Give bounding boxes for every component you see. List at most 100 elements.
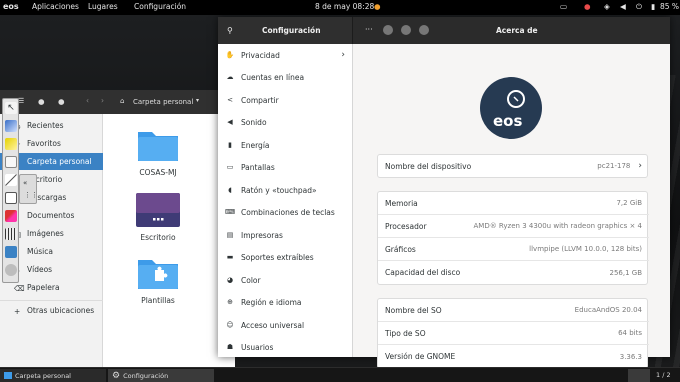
device-card: Nombre del dispositivo pc21-178 › [377, 154, 648, 178]
file-item-plantillas[interactable]: Plantillas [103, 256, 213, 305]
nav-item-compartir[interactable]: < Compartir [218, 89, 353, 111]
close-icon[interactable]: ● [38, 97, 45, 106]
device-name-row[interactable]: Nombre del dispositivo pc21-178 › [378, 155, 649, 177]
more-icon[interactable]: ··· [365, 25, 373, 34]
nav-item-energia[interactable]: ▮ Energía [218, 134, 353, 156]
battery-percent: 85 % [660, 2, 680, 11]
about-panel: eos Nombre del dispositivo pc21-178 › Mem… [353, 44, 670, 369]
accessibility-icon: ☺ [226, 321, 234, 329]
path-bar[interactable]: Carpeta personal [133, 98, 193, 106]
nav-item-pantallas[interactable]: ▭ Pantallas [218, 156, 353, 178]
line-tool-icon[interactable] [5, 174, 17, 186]
nav-item-cuentas-en-linea[interactable]: ☁ Cuentas en línea [218, 66, 353, 88]
speaker-icon: ◀ [227, 118, 233, 126]
sidebar-item-label: Recientes [27, 121, 64, 130]
menu-configuracion[interactable]: Configuración [134, 2, 186, 11]
app-indicator-icon[interactable]: ● [584, 2, 591, 11]
marker-tool-icon[interactable] [5, 210, 17, 222]
file-item-escritorio[interactable]: Escritorio [103, 192, 213, 242]
disk-value: 256,1 GB [609, 268, 643, 277]
screenshot-tool-icon[interactable] [5, 246, 17, 258]
file-item-cosas-mj[interactable]: COSAS-MJ [103, 128, 213, 177]
nav-item-usuarios[interactable]: ☗ Usuarios [218, 336, 353, 358]
pointer-tool-icon[interactable]: ↖ [5, 102, 17, 114]
files-window: ☰ ● ● ‹ › ⌂ Carpeta personal ▾ ◷Reciente… [0, 90, 235, 367]
printer-icon: ▤ [226, 231, 234, 239]
file-label: COSAS-MJ [139, 168, 177, 177]
folder-icon [138, 132, 178, 161]
plus-icon: + [14, 307, 21, 316]
window-list-icon[interactable]: ▭ [560, 2, 567, 11]
close-icon[interactable] [419, 25, 429, 35]
pen-tool-icon[interactable] [5, 120, 17, 132]
sidebar-item-label: Música [27, 247, 53, 256]
menu-aplicaciones[interactable]: Aplicaciones [32, 2, 79, 11]
menu-lugares[interactable]: Lugares [88, 2, 118, 11]
trash-icon: ⌫ [14, 284, 25, 293]
search-icon[interactable]: ⚲ [227, 26, 233, 35]
network-icon[interactable]: ◈ [604, 2, 610, 11]
nav-item-label: Región e idioma [241, 297, 302, 307]
eraser-tool-icon[interactable] [5, 156, 17, 168]
nav-item-color[interactable]: ◕ Color [218, 269, 353, 291]
chevron-down-icon[interactable]: ▾ [196, 97, 199, 104]
activities-button[interactable]: eos [3, 2, 19, 11]
nav-item-label: Sonido [241, 117, 267, 127]
memory-value: 7,2 GiB [616, 199, 642, 207]
nav-item-label: Pantallas [241, 162, 275, 172]
back-icon[interactable]: ‹ [86, 96, 89, 105]
files-headerbar: ☰ ● ● ‹ › ⌂ Carpeta personal ▾ [0, 90, 235, 114]
graphics-row: Gráficos llvmpipe (LLVM 10.0.0, 128 bits) [378, 238, 649, 261]
nav-item-impresoras[interactable]: ▤ Impresoras [218, 224, 353, 246]
nav-item-privacidad[interactable]: ✋ Privacidad › [218, 44, 353, 66]
minimize-icon[interactable]: ● [58, 97, 65, 106]
ruler-tool-icon[interactable] [5, 228, 17, 240]
notification-icon[interactable]: ● [374, 2, 381, 11]
privacy-icon: ✋ [225, 51, 235, 59]
dock-expander[interactable]: « ⋮⋮ [19, 174, 38, 204]
nav-item-label: Combinaciones de teclas [241, 207, 335, 217]
device-name-value: pc21-178 [597, 162, 631, 170]
nav-item-combinaciones[interactable]: ⌨ Combinaciones de teclas [218, 201, 353, 223]
workspace-pager[interactable]: 1 / 2 [656, 371, 671, 379]
task-carpeta-personal[interactable]: Carpeta personal [0, 369, 106, 382]
file-label: Escritorio [140, 233, 176, 242]
sidebar-item-label: Imágenes [27, 229, 64, 238]
power-icon: ▮ [228, 141, 232, 149]
minimize-icon[interactable] [401, 25, 411, 35]
os-type-label: Tipo de SO [385, 328, 426, 338]
folder-icon [4, 372, 12, 379]
nav-item-acceso-universal[interactable]: ☺ Acceso universal [218, 314, 353, 336]
nav-item-label: Usuarios [241, 342, 274, 352]
os-name-row: Nombre del SO EducaAndOS 20.04 [378, 299, 649, 322]
double-chevron-left-icon: « [23, 179, 28, 187]
mouse-icon: ◖ [228, 186, 232, 194]
nav-item-label: Color [241, 275, 261, 285]
window-control-icon[interactable] [383, 25, 393, 35]
os-type-row: Tipo de SO 64 bits [378, 322, 649, 345]
rectangle-tool-icon[interactable] [5, 192, 17, 204]
task-configuracion[interactable]: ⚙ Configuración [108, 369, 214, 382]
task-label: Configuración [123, 371, 169, 380]
volume-icon[interactable]: ◀ [620, 2, 626, 11]
desktop-folder-icon [136, 193, 180, 227]
cloud-icon: ☁ [226, 73, 234, 81]
nav-item-soportes[interactable]: ▬ Soportes extraíbles [218, 246, 353, 268]
workspace-indicator[interactable] [628, 369, 650, 382]
clock[interactable]: 8 de may 08:28 [315, 2, 374, 11]
sidebar-item-otras-ubicaciones[interactable]: + Otras ubicaciones [0, 302, 103, 319]
power-menu-icon[interactable]: ⏻ [636, 2, 642, 12]
nav-item-raton[interactable]: ◖ Ratón y «touchpad» [218, 179, 353, 201]
disk-row: Capacidad del disco 256,1 GB [378, 261, 649, 284]
hardware-card: Memoria 7,2 GiB Procesador AMD® Ryzen 3 43… [377, 191, 649, 285]
nav-item-sonido[interactable]: ◀ Sonido [218, 111, 353, 133]
forward-icon[interactable]: › [101, 96, 104, 105]
nav-item-region[interactable]: ⊕ Región e idioma [218, 291, 353, 313]
globe-icon: ⊕ [227, 298, 233, 306]
annotation-toolbar: ↖ [2, 98, 19, 283]
settings-title: Configuración [262, 26, 321, 35]
gear-icon: ⚙ [112, 370, 121, 381]
settings-tool-icon[interactable] [5, 264, 17, 276]
highlighter-tool-icon[interactable] [5, 138, 17, 150]
graphics-value: llvmpipe (LLVM 10.0.0, 128 bits) [529, 245, 642, 253]
